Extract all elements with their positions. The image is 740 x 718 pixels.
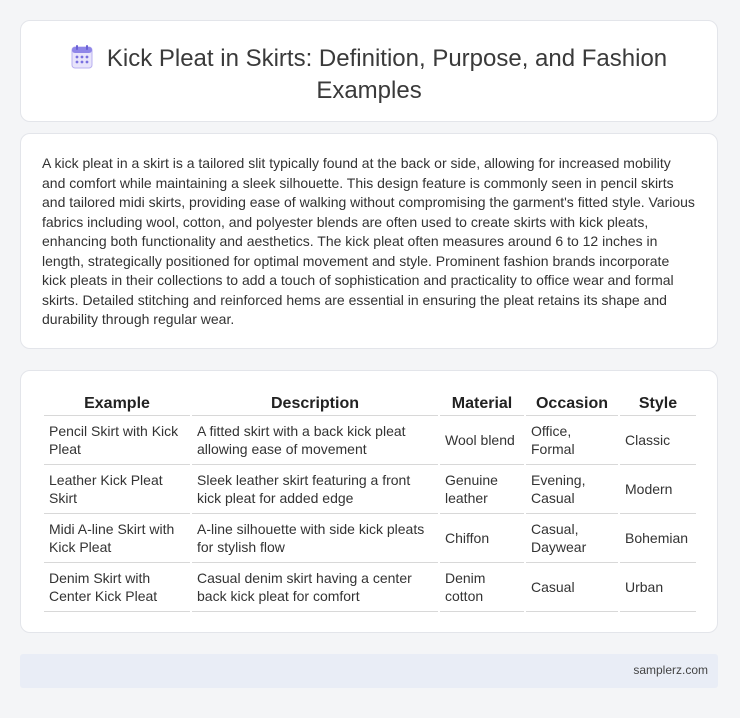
title-card: Kick Pleat in Skirts: Definition, Purpos…	[20, 20, 718, 122]
cell-material: Chiffon	[440, 514, 524, 563]
cell-description: Casual denim skirt having a center back …	[192, 563, 438, 612]
cell-description: A fitted skirt with a back kick pleat al…	[192, 416, 438, 465]
footer-site-link[interactable]: samplerz.com	[633, 663, 708, 677]
table-row: Midi A-line Skirt with Kick Pleat A-line…	[44, 514, 696, 563]
cell-material: Genuine leather	[440, 465, 524, 514]
intro-paragraph: A kick pleat in a skirt is a tailored sl…	[42, 155, 695, 327]
table-card: Example Description Material Occasion St…	[20, 370, 718, 633]
cell-style: Urban	[620, 563, 696, 612]
header-occasion: Occasion	[526, 393, 618, 416]
cell-occasion: Casual	[526, 563, 618, 612]
footer-bar: samplerz.com	[20, 654, 718, 688]
cell-style: Bohemian	[620, 514, 696, 563]
cell-example: Leather Kick Pleat Skirt	[44, 465, 190, 514]
examples-table: Example Description Material Occasion St…	[42, 393, 698, 612]
header-style: Style	[620, 393, 696, 416]
calendar-icon	[71, 45, 93, 76]
cell-material: Denim cotton	[440, 563, 524, 612]
cell-occasion: Evening, Casual	[526, 465, 618, 514]
cell-occasion: Office, Formal	[526, 416, 618, 465]
cell-material: Wool blend	[440, 416, 524, 465]
cell-description: A-line silhouette with side kick pleats …	[192, 514, 438, 563]
cell-style: Modern	[620, 465, 696, 514]
header-material: Material	[440, 393, 524, 416]
header-example: Example	[44, 393, 190, 416]
intro-card: A kick pleat in a skirt is a tailored sl…	[20, 133, 718, 349]
cell-description: Sleek leather skirt featuring a front ki…	[192, 465, 438, 514]
cell-style: Classic	[620, 416, 696, 465]
cell-example: Pencil Skirt with Kick Pleat	[44, 416, 190, 465]
table-header-row: Example Description Material Occasion St…	[44, 393, 696, 416]
table-row: Pencil Skirt with Kick Pleat A fitted sk…	[44, 416, 696, 465]
table-row: Leather Kick Pleat Skirt Sleek leather s…	[44, 465, 696, 514]
table-row: Denim Skirt with Center Kick Pleat Casua…	[44, 563, 696, 612]
cell-example: Denim Skirt with Center Kick Pleat	[44, 563, 190, 612]
header-description: Description	[192, 393, 438, 416]
page-title-wrap: Kick Pleat in Skirts: Definition, Purpos…	[21, 44, 717, 105]
cell-occasion: Casual, Daywear	[526, 514, 618, 563]
cell-example: Midi A-line Skirt with Kick Pleat	[44, 514, 190, 563]
page-title: Kick Pleat in Skirts: Definition, Purpos…	[106, 45, 668, 104]
